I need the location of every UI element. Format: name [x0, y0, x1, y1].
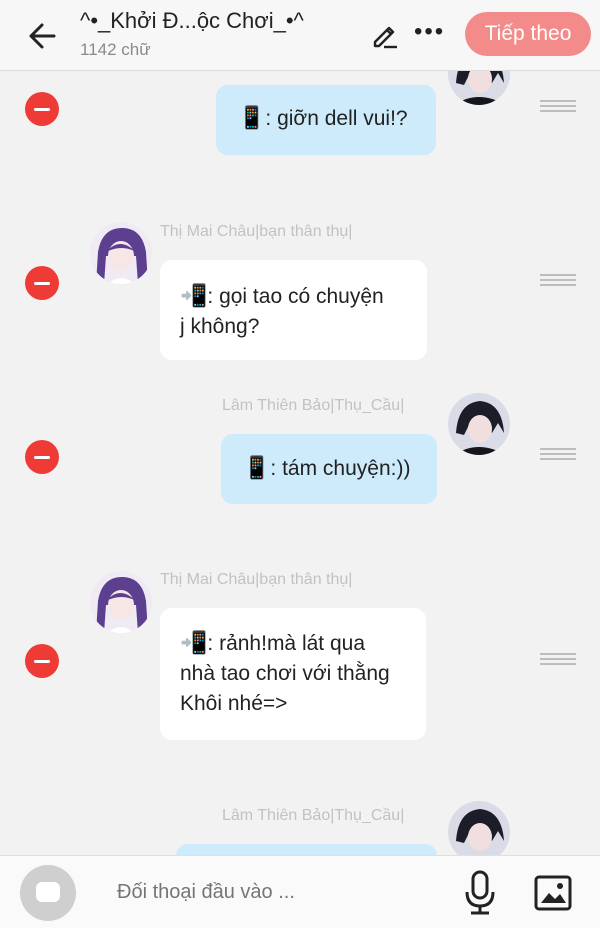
- sender-name: Lâm Thiên Bảo|Thụ_Cầu|: [222, 397, 405, 414]
- remove-message-button[interactable]: [25, 92, 59, 126]
- word-count: 1142 chữ: [80, 40, 151, 59]
- drag-handle[interactable]: [540, 653, 576, 667]
- back-arrow-icon[interactable]: [24, 16, 64, 56]
- avatar-bao: [448, 393, 510, 455]
- image-icon[interactable]: [533, 873, 573, 913]
- microphone-icon[interactable]: [462, 870, 498, 916]
- remove-message-button[interactable]: [25, 644, 59, 678]
- message-text: : giỡn dell vui!?: [265, 107, 408, 130]
- sender-name: Thị Mai Châu|bạn thân thụ|: [160, 223, 353, 240]
- next-button[interactable]: Tiếp theo: [465, 12, 591, 56]
- phone-icon: 📱: [238, 105, 266, 130]
- avatar-bao: [448, 71, 510, 105]
- message-bubble[interactable]: 📲: gọi tao có chuyện j không?: [160, 260, 427, 360]
- phone-incoming-icon: 📲: [180, 630, 208, 655]
- composer-bar: [0, 855, 600, 928]
- message-bubble[interactable]: [176, 844, 437, 855]
- edit-pencil-icon[interactable]: [370, 20, 400, 50]
- remove-message-button[interactable]: [25, 266, 59, 300]
- message-text: : rảnh!mà lát qua: [207, 632, 365, 655]
- drag-handle[interactable]: [540, 448, 576, 462]
- avatar-bao: [448, 801, 510, 855]
- avatar-chau: [90, 222, 152, 284]
- message-bubble[interactable]: 📱: tám chuyện:)): [221, 434, 437, 504]
- story-title: ^•_Khởi Đ...ộc Chơi_•^: [80, 8, 304, 33]
- chat-bubble-icon[interactable]: [20, 865, 76, 921]
- message-text: nhà tao chơi với thằng: [180, 662, 390, 685]
- message-bubble[interactable]: 📱: giỡn dell vui!?: [216, 85, 436, 155]
- remove-message-button[interactable]: [25, 440, 59, 474]
- message-text: Khôi nhé=>: [180, 692, 288, 715]
- drag-handle[interactable]: [540, 274, 576, 288]
- dialogue-input[interactable]: [115, 880, 439, 905]
- drag-handle[interactable]: [540, 100, 576, 114]
- more-options-icon[interactable]: •••: [414, 18, 445, 46]
- message-bubble[interactable]: 📲: rảnh!mà lát qua nhà tao chơi với thằn…: [160, 608, 426, 740]
- message-text: j không?: [180, 315, 260, 338]
- chat-area: 📱: giỡn dell vui!? Thị Mai Châu|bạn thân…: [0, 71, 600, 855]
- phone-incoming-icon: 📲: [180, 283, 208, 308]
- avatar-chau: [90, 571, 152, 633]
- sender-name: Lâm Thiên Bảo|Thụ_Cầu|: [222, 807, 405, 824]
- editor-header: ^•_Khởi Đ...ộc Chơi_•^ 1142 chữ ••• Tiếp…: [0, 0, 600, 71]
- message-text: : tám chuyện:)): [270, 457, 411, 480]
- phone-icon: 📱: [243, 455, 271, 480]
- sender-name: Thị Mai Châu|bạn thân thụ|: [160, 571, 353, 588]
- message-text: : gọi tao có chuyện: [207, 285, 384, 308]
